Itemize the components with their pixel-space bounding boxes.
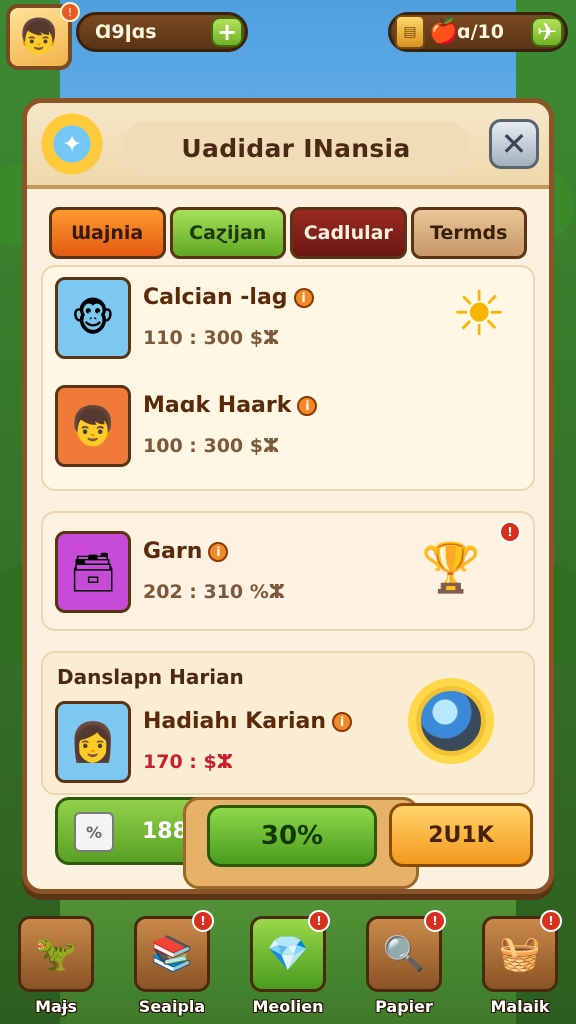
info-icon[interactable]: i — [297, 396, 318, 416]
reward-name: Hadiahı Karian i — [143, 709, 353, 734]
nav-label: Papier — [375, 997, 433, 1016]
info-icon[interactable]: i — [293, 288, 314, 308]
resource-value: ɑ/10 — [457, 21, 504, 43]
leaf-button[interactable]: ✈ — [531, 17, 563, 47]
reward-stats: 100 : 300 $ⵣ — [143, 435, 280, 457]
tab-0[interactable]: Ɯajnia — [49, 207, 166, 259]
main-panel: ✦ Uadidar INansia ✕ Ɯajnia Caɀijan Cadlu… — [22, 98, 554, 894]
sun-icon: ☀ — [451, 277, 507, 350]
panel-header: ✦ Uadidar INansia ✕ — [27, 103, 549, 189]
girl-icon: 👩 — [55, 701, 131, 783]
daily-reward-card: Danslapn Harian 👩 Hadiahı Karian i 170 : … — [41, 651, 535, 795]
nav-label: Maɉs — [35, 997, 77, 1016]
reward-row-1[interactable]: 🐵 Calcian -lag i 110 : 300 $ⵣ ☀ — [55, 277, 521, 369]
gem-icon — [391, 661, 511, 781]
reward-name: Maɑk Haark i — [143, 393, 318, 418]
panel-title: Uadidar INansia — [123, 121, 469, 175]
reward-row-2[interactable]: 👦 Maɑk Haark i 100 : 300 $ⵣ — [55, 385, 521, 477]
compass-emblem-icon: ✦ — [41, 113, 103, 175]
nav-item-4[interactable]: 🧺 ! Malaik — [476, 910, 564, 1016]
player-name-bar: Ɑ9ǀɑs + — [76, 12, 248, 52]
nav-label: Malaik — [490, 997, 550, 1016]
reward-card-2: 🗃 Garn i 202 : 310 %ⵣ 🏆 ! — [41, 511, 535, 631]
section-title: Danslapn Harian — [57, 665, 244, 689]
avatar-notification-badge: ! — [60, 2, 80, 22]
apple-icon: 🍎 — [429, 17, 459, 45]
nav-badge: ! — [308, 910, 330, 932]
nav-label: Meolien — [252, 997, 324, 1016]
gem-core — [416, 686, 486, 756]
nav-badge: ! — [540, 910, 562, 932]
close-button[interactable]: ✕ — [489, 119, 539, 169]
monkey-icon: 🐵 — [55, 277, 131, 359]
gold-crate-icon: 🗃 — [55, 531, 131, 613]
reward-name: Calcian -lag i — [143, 285, 314, 310]
nav-item-0[interactable]: 🦖 Maɉs — [12, 916, 100, 1016]
reward-row-3[interactable]: 🗃 Garn i 202 : 310 %ⵣ 🏆 ! — [55, 521, 521, 623]
player-name: Ɑ9ǀɑs — [95, 21, 157, 43]
nav-item-1[interactable]: 📚 ! Seaipla — [128, 910, 216, 1016]
gold-cup-icon: 🏆 — [421, 540, 481, 596]
tab-3[interactable]: Termds — [410, 207, 527, 259]
info-icon[interactable]: i — [208, 542, 229, 562]
boy-icon: 👦 — [55, 385, 131, 467]
coin-icon: ▤ — [395, 15, 425, 49]
nav-badge: ! — [192, 910, 214, 932]
claim-button[interactable]: 30% — [207, 805, 377, 867]
resource-bar: ▤ 🍎 ɑ/10 ✈ — [388, 12, 568, 52]
top-bar: 👦 ! Ɑ9ǀɑs + ▤ 🍎 ɑ/10 ✈ — [6, 2, 568, 70]
dino-icon: 🦖 — [18, 916, 94, 992]
bottom-nav: 🦖 Maɉs 📚 ! Seaipla 💎 ! Meolien 🔍 ! Papie… — [12, 910, 564, 1016]
nav-item-2[interactable]: 💎 ! Meolien — [244, 910, 332, 1016]
boy-avatar-icon: 👦 — [17, 17, 61, 57]
box-icon: % — [74, 812, 114, 852]
reward-stats: 202 : 310 %ⵣ — [143, 581, 285, 603]
add-button[interactable]: + — [211, 17, 243, 47]
tab-1[interactable]: Caɀijan — [169, 207, 286, 259]
reward-stats: 110 : 300 $ⵣ — [143, 327, 280, 349]
notification-badge: ! — [499, 521, 521, 543]
info-icon[interactable]: i — [332, 712, 353, 732]
tab-bar: Ɯajnia Caɀijan Cadlular Termds — [49, 207, 527, 259]
tab-2[interactable]: Cadlular — [290, 207, 407, 259]
buy-button[interactable]: 2U1K — [389, 803, 533, 867]
reward-name: Garn i — [143, 539, 229, 564]
nav-item-3[interactable]: 🔍 ! Papier — [360, 910, 448, 1016]
reward-card-1: 🐵 Calcian -lag i 110 : 300 $ⵣ ☀ 👦 Maɑk Ha… — [41, 265, 535, 491]
nav-badge: ! — [424, 910, 446, 932]
nav-label: Seaipla — [138, 997, 206, 1016]
reward-stats: 170 : $ⵣ — [143, 751, 233, 773]
